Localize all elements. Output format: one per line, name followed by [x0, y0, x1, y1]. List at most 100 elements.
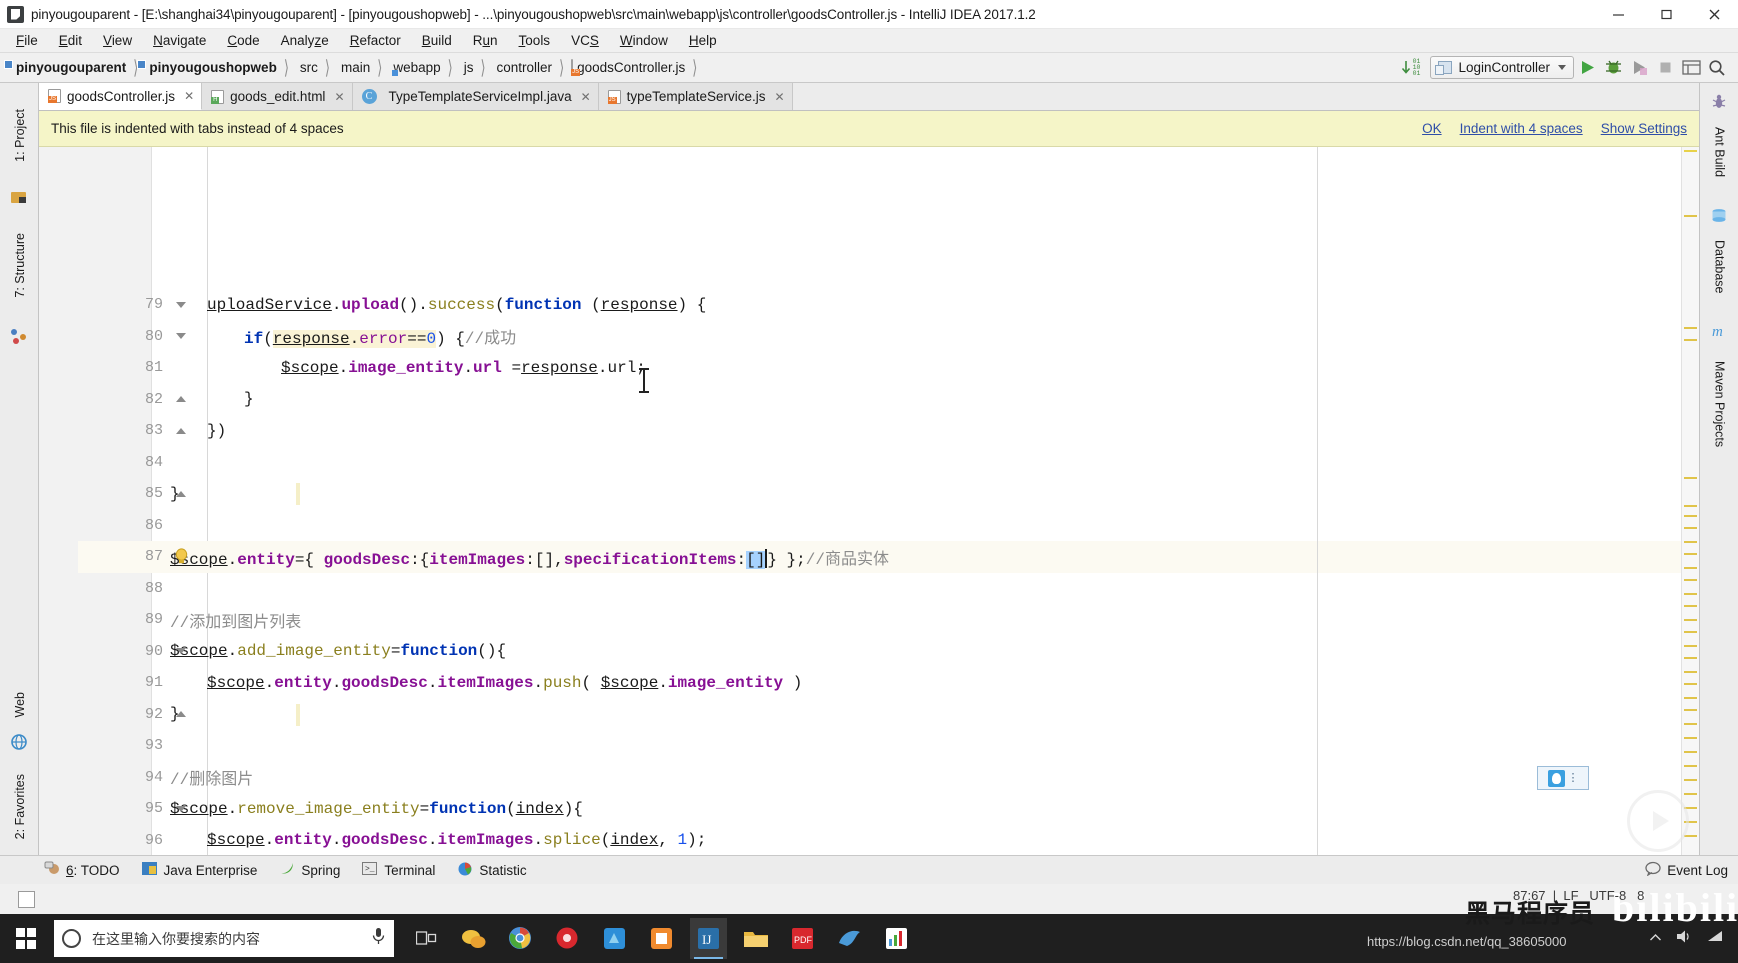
code-line[interactable]: 91 $scope.entity.goodsDesc.itemImages.pus… [78, 667, 1699, 699]
code-line[interactable]: 84 [78, 447, 1699, 479]
notification-ok-link[interactable]: OK [1422, 121, 1442, 136]
sidebar-item-favorites[interactable]: 2: Favorites [0, 755, 39, 859]
menu-help[interactable]: Help [687, 32, 719, 49]
chevron-down-icon[interactable]: ⋮ [1568, 772, 1579, 783]
tray-network-icon[interactable] [1707, 929, 1724, 949]
play-overlay-button[interactable] [1627, 790, 1689, 852]
close-icon[interactable]: ✕ [334, 90, 344, 104]
code-line[interactable]: 86 [78, 510, 1699, 542]
breadcrumb-item-goodscontroller[interactable]: goodsController.js [571, 59, 685, 76]
code-line[interactable]: 95 $scope.remove_image_entity=function(in… [78, 793, 1699, 825]
code-line[interactable]: 96 $scope.entity.goodsDesc.itemImages.spl… [78, 825, 1699, 856]
code-line[interactable]: 87 $scope.entity={ goodsDesc:{itemImages:… [78, 541, 1699, 573]
taskbar-app-red[interactable] [549, 918, 586, 959]
fold-expand-icon[interactable] [174, 384, 187, 416]
fold-expand-icon[interactable] [174, 478, 187, 510]
run-button[interactable] [1574, 55, 1600, 81]
menu-file[interactable]: File [14, 32, 40, 49]
code-line[interactable]: 80 if(response.error==0) {//成功 [78, 321, 1699, 353]
code-editor[interactable]: 79 uploadService.upload().success(functio… [39, 147, 1699, 855]
search-icon[interactable] [1704, 55, 1730, 81]
status-item-spring[interactable]: Spring [279, 861, 340, 879]
notification-indent-link[interactable]: Indent with 4 spaces [1460, 121, 1583, 136]
status-item-terminal[interactable]: >_ Terminal [362, 861, 435, 879]
breadcrumb-item-main[interactable]: main [337, 60, 370, 75]
code-line[interactable]: 88 [78, 573, 1699, 605]
code-line[interactable]: 83}) [78, 415, 1699, 447]
start-button[interactable] [0, 914, 52, 963]
intention-bulb-icon[interactable] [174, 548, 189, 565]
menu-edit[interactable]: Edit [57, 32, 84, 49]
status-item-statistic[interactable]: Statistic [457, 861, 527, 879]
minimize-button[interactable] [1594, 0, 1642, 29]
code-line[interactable]: 85} [78, 478, 1699, 510]
sidebar-item-web[interactable]: Web [0, 683, 39, 727]
debug-button[interactable] [1600, 55, 1626, 81]
menu-analyze[interactable]: Analyze [279, 32, 331, 49]
editor-marker-bar[interactable] [1681, 147, 1699, 855]
code-line[interactable]: 94 //删除图片 [78, 762, 1699, 794]
tray-chevron-icon[interactable] [1649, 930, 1662, 948]
breadcrumb-item-pinyougouparent[interactable]: pinyougouparent [12, 60, 126, 75]
fold-collapse-icon[interactable] [174, 289, 187, 321]
taskbar-app-blue-bird[interactable] [831, 918, 868, 959]
code-line[interactable]: 82} [78, 384, 1699, 416]
run-with-coverage-button[interactable] [1626, 55, 1652, 81]
fold-collapse-icon[interactable] [174, 636, 187, 668]
menu-build[interactable]: Build [420, 32, 454, 49]
task-view-button[interactable] [408, 918, 445, 959]
taskbar-search-box[interactable]: 在这里输入你要搜索的内容 [54, 920, 394, 957]
code-line[interactable]: 93 [78, 730, 1699, 762]
status-item-todo[interactable]: 6: TODO [44, 861, 120, 879]
taskbar-app-chart[interactable] [878, 918, 915, 959]
tab-typetemplateservice-js[interactable]: typeTemplateService.js ✕ [598, 83, 793, 110]
qq-floating-widget[interactable]: ⋮ [1537, 766, 1589, 790]
sidebar-item-database[interactable]: Database [1700, 225, 1738, 309]
breadcrumb-item-pinyougoushopweb[interactable]: pinyougoushopweb [145, 60, 277, 75]
stop-button[interactable] [1652, 55, 1678, 81]
close-icon[interactable]: ✕ [774, 90, 784, 104]
taskbar-app-wechat[interactable] [455, 918, 492, 959]
status-item-java-enterprise[interactable]: Java Enterprise [141, 861, 257, 879]
menu-navigate[interactable]: Navigate [151, 32, 208, 49]
code-line[interactable]: 90 $scope.add_image_entity=function(){ [78, 636, 1699, 668]
menu-refactor[interactable]: Refactor [348, 32, 403, 49]
sidebar-item-maven-projects[interactable]: Maven Projects [1700, 341, 1738, 467]
taskbar-app-explorer[interactable] [737, 918, 774, 959]
taskbar-app-editor[interactable] [596, 918, 633, 959]
fold-expand-icon[interactable] [174, 415, 187, 447]
menu-code[interactable]: Code [225, 32, 261, 49]
menu-vcs[interactable]: VCS [569, 32, 601, 49]
sidebar-item-ant-build[interactable]: Ant Build [1700, 111, 1738, 193]
fold-collapse-icon[interactable] [174, 321, 187, 353]
breadcrumb-item-webapp[interactable]: webapp [389, 60, 440, 75]
run-configuration-selector[interactable]: LoginController [1430, 56, 1574, 79]
sidebar-item-project[interactable]: 1: Project [0, 87, 39, 183]
menu-run[interactable]: Run [471, 32, 500, 49]
sidebar-item-structure[interactable]: 7: Structure [0, 209, 39, 321]
menu-view[interactable]: View [101, 32, 134, 49]
maximize-button[interactable] [1642, 0, 1690, 29]
taskbar-app-teams[interactable] [643, 918, 680, 959]
fold-expand-icon[interactable] [174, 699, 187, 731]
close-icon[interactable]: ✕ [581, 90, 591, 104]
taskbar-app-intellij[interactable]: IJ [690, 918, 727, 959]
breadcrumb-item-src[interactable]: src [296, 60, 318, 75]
tab-goodscontroller-js[interactable]: goodsController.js ✕ [39, 83, 203, 110]
code-line[interactable]: 81 $scope.image_entity.url =response.url; [78, 352, 1699, 384]
tab-goods-edit-html[interactable]: goods_edit.html ✕ [202, 83, 353, 110]
microphone-icon[interactable] [371, 927, 386, 951]
status-item-event-log[interactable]: Event Log [1645, 861, 1728, 879]
menu-tools[interactable]: Tools [517, 32, 553, 49]
taskbar-app-chrome[interactable] [502, 918, 539, 959]
close-button[interactable] [1690, 0, 1738, 29]
settings-button[interactable] [1678, 55, 1704, 81]
breadcrumb-item-controller[interactable]: controller [493, 60, 553, 75]
menu-window[interactable]: Window [618, 32, 670, 49]
code-line[interactable]: 92} [78, 699, 1699, 731]
notification-settings-link[interactable]: Show Settings [1601, 121, 1687, 136]
breadcrumb-item-js[interactable]: js [460, 60, 474, 75]
taskbar-app-pdf[interactable]: PDF [784, 918, 821, 959]
code-line[interactable]: 79 uploadService.upload().success(functio… [78, 289, 1699, 321]
close-icon[interactable]: ✕ [184, 89, 194, 103]
